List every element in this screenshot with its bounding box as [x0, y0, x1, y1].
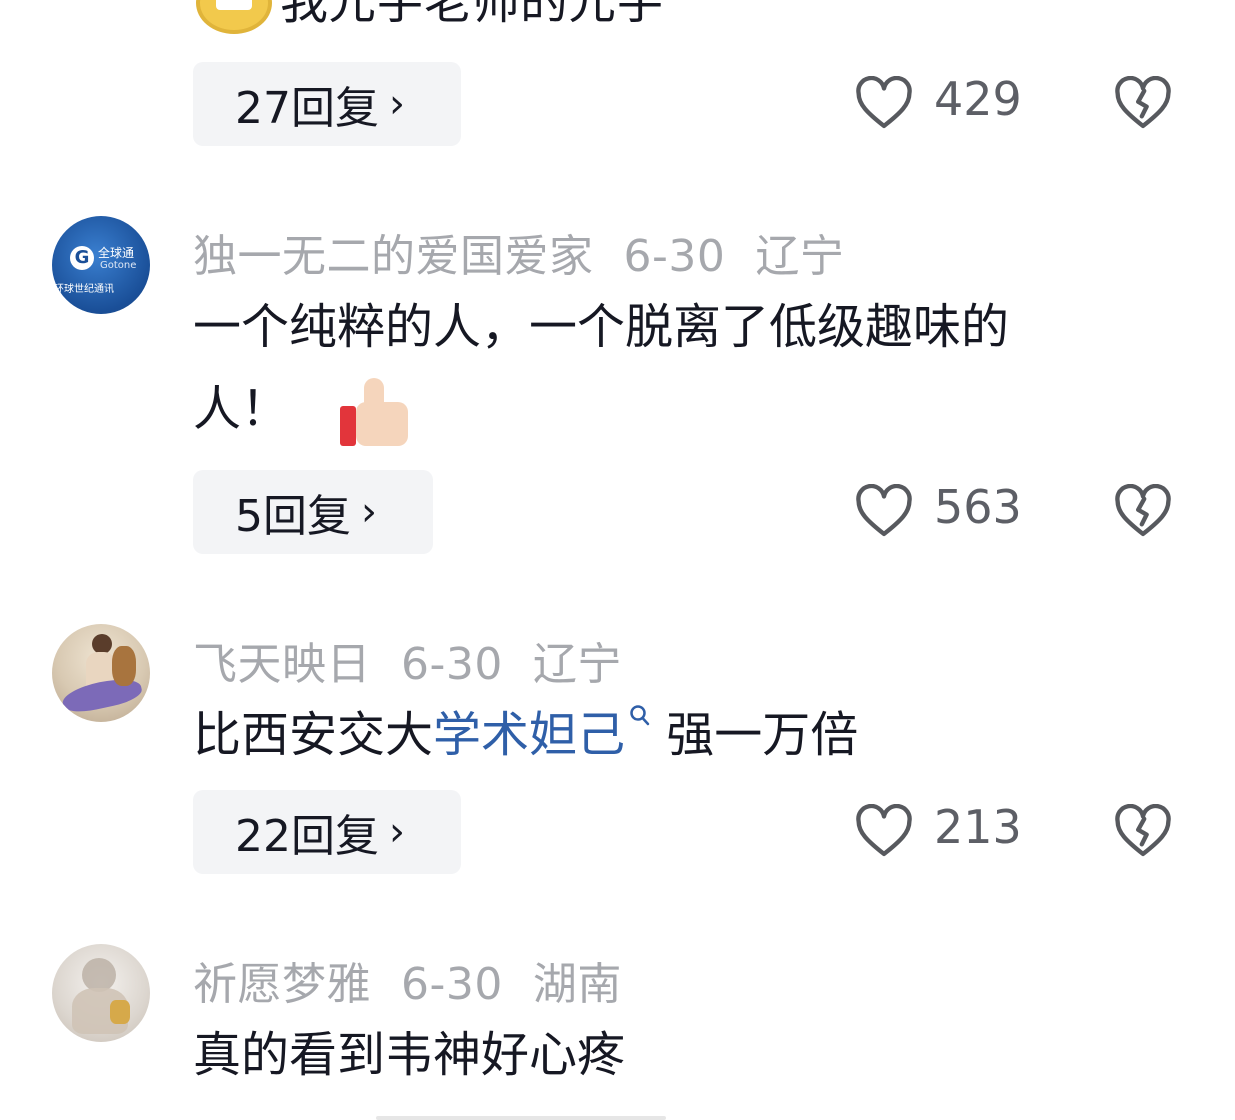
comment-text-part: 强一万倍: [651, 707, 859, 763]
replies-button[interactable]: 27回复 ›: [193, 62, 461, 146]
thumbs-up-icon: [340, 376, 410, 448]
dislike-icon[interactable]: [1114, 76, 1172, 130]
emoji-icon: [196, 0, 272, 34]
comment-text: 我元宇老师的元宇: [280, 0, 665, 30]
comment-date: 6-30: [623, 231, 726, 282]
reply-count-label: 5回复: [235, 491, 351, 542]
avatar[interactable]: G 全球通 Gotone 环球世纪通讯: [52, 216, 150, 314]
like-count: 429: [934, 72, 1022, 126]
reply-count-label: 27回复: [235, 83, 379, 134]
comment-text: 一个纯粹的人，一个脱离了低级趣味的: [193, 299, 1010, 355]
comment-date: 6-30: [401, 639, 503, 690]
avatar[interactable]: [52, 944, 150, 1042]
username[interactable]: 独一无二的爱国爱家: [193, 231, 594, 282]
like-count: 213: [934, 800, 1022, 854]
username[interactable]: 飞天映日: [193, 639, 371, 690]
search-link[interactable]: 学术妲己: [433, 705, 651, 763]
replies-button[interactable]: 22回复 ›: [193, 790, 461, 874]
comment-location: 辽宁: [755, 231, 845, 282]
comment-meta: 祈愿梦雅 6-30 湖南: [193, 948, 622, 1012]
chevron-right-icon: ›: [389, 81, 405, 127]
comment-location: 湖南: [532, 959, 622, 1010]
comment-text-line2: 人！: [193, 366, 410, 452]
like-icon[interactable]: [855, 76, 913, 130]
dislike-icon[interactable]: [1114, 804, 1172, 858]
like-count: 563: [934, 480, 1022, 534]
comment-text: 比西安交大学术妲己 强一万倍: [193, 692, 858, 778]
comment-text: 真的看到韦神好心疼: [193, 1027, 626, 1083]
chevron-right-icon: ›: [361, 489, 377, 535]
home-indicator: [376, 1116, 666, 1120]
comment-location: 辽宁: [532, 639, 622, 690]
comment-text-part: 比西安交大: [193, 707, 434, 763]
dislike-icon[interactable]: [1114, 484, 1172, 538]
comment-meta: 飞天映日 6-30 辽宁: [193, 628, 622, 692]
avatar-brand-subtext: Gotone: [100, 260, 137, 271]
avatar-caption: 环球世纪通讯: [54, 284, 114, 295]
avatar[interactable]: [52, 624, 150, 722]
username[interactable]: 祈愿梦雅: [193, 959, 371, 1010]
like-icon[interactable]: [855, 804, 913, 858]
comment-meta: 独一无二的爱国爱家 6-30 辽宁: [193, 220, 844, 284]
comment-date: 6-30: [401, 959, 503, 1010]
avatar-brand-text: 全球通: [98, 246, 135, 260]
search-icon: [630, 705, 650, 726]
like-icon[interactable]: [855, 484, 913, 538]
comment-text-part: 人！: [193, 381, 290, 437]
reply-count-label: 22回复: [235, 811, 379, 862]
chevron-right-icon: ›: [389, 809, 405, 855]
replies-button[interactable]: 5回复 ›: [193, 470, 433, 554]
search-link-label: 学术妲己: [433, 707, 626, 763]
